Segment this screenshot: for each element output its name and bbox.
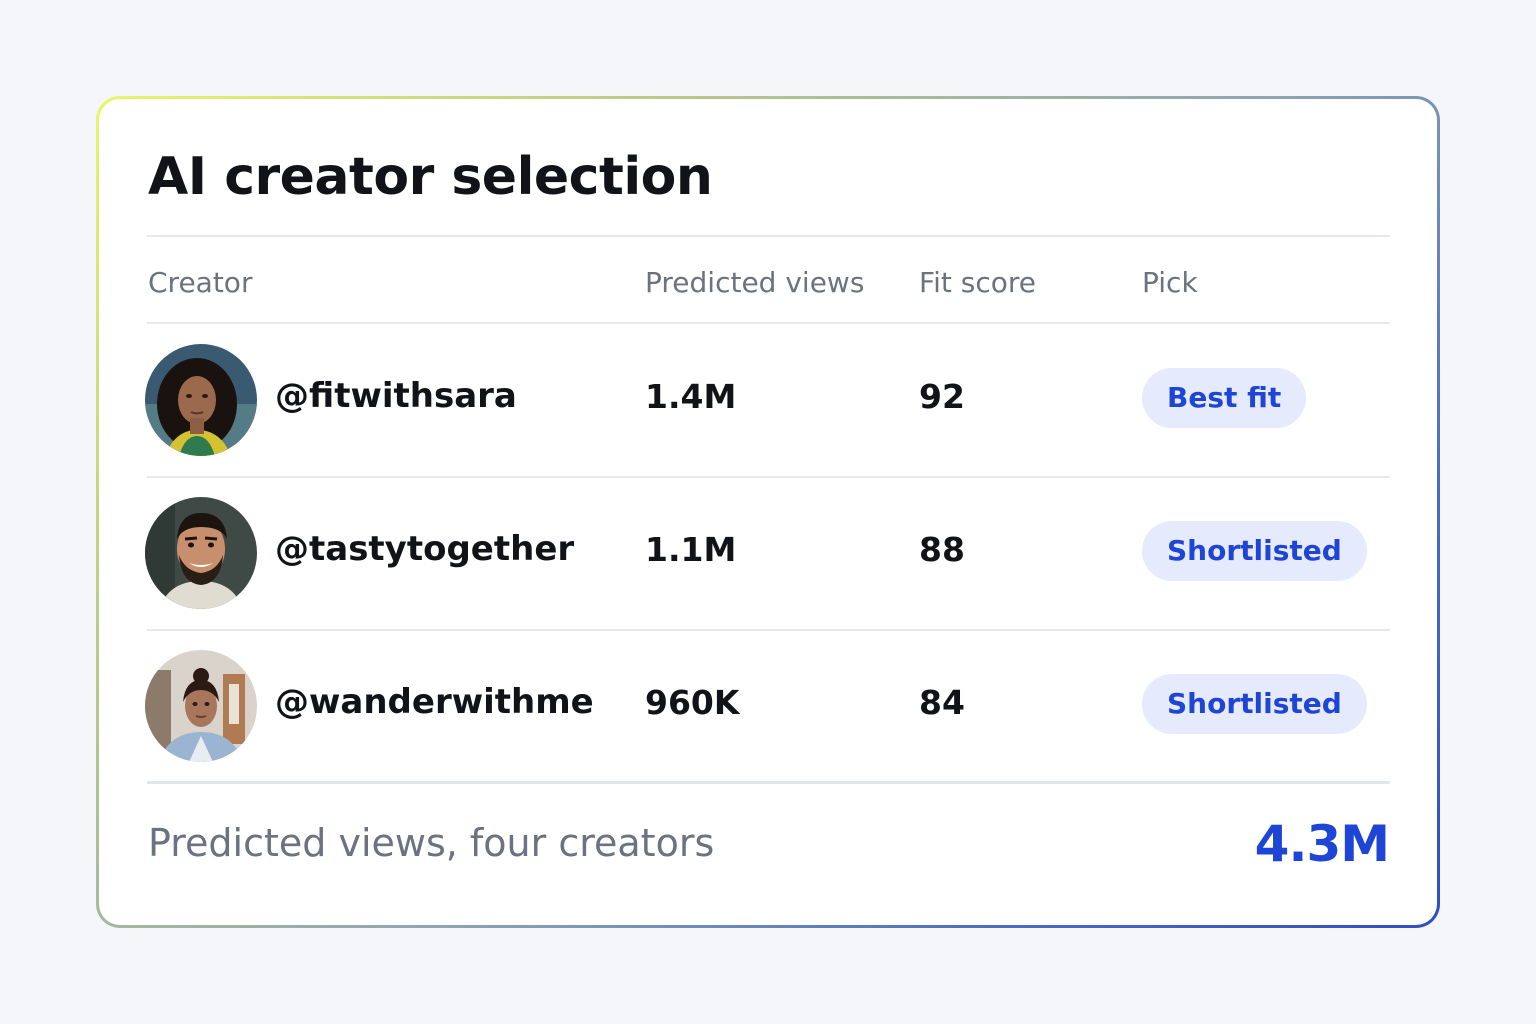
fit-score-value: 84 [919,683,965,722]
table-row[interactable]: @wanderwithme 960K 84 Shortlisted [99,630,1437,782]
footer-label: Predicted views, four creators [148,821,715,865]
card-title: AI creator selection [148,147,713,207]
divider [147,235,1390,237]
footer-divider [147,781,1390,784]
column-header-pick: Pick [1142,266,1198,299]
predicted-views-value: 1.1M [645,530,737,569]
footer-total-views: 4.3M [1254,815,1390,873]
fit-score-value: 88 [919,530,965,569]
creator-selection-card-border: AI creator selection Creator Predicted v… [96,96,1440,928]
column-header-creator: Creator [148,266,253,299]
fit-score-value: 92 [919,377,965,416]
predicted-views-value: 960K [645,683,740,722]
creator-handle: @fitwithsara [275,376,517,416]
table-row[interactable]: @fitwithsara 1.4M 92 Best fit [99,324,1437,476]
table-row[interactable]: @tastytogether 1.1M 88 Shortlisted [99,477,1437,629]
creator-handle: @tastytogether [275,529,575,569]
avatar [145,650,257,762]
avatar [145,497,257,609]
creator-handle: @wanderwithme [275,682,594,722]
pick-badge-shortlisted[interactable]: Shortlisted [1142,674,1367,734]
predicted-views-value: 1.4M [645,377,737,416]
column-header-fit-score: Fit score [919,266,1036,299]
pick-badge-best-fit[interactable]: Best fit [1142,368,1307,428]
creator-selection-card: AI creator selection Creator Predicted v… [99,99,1437,925]
column-header-predicted-views: Predicted views [645,266,865,299]
pick-badge-shortlisted[interactable]: Shortlisted [1142,521,1367,581]
avatar [145,344,257,456]
